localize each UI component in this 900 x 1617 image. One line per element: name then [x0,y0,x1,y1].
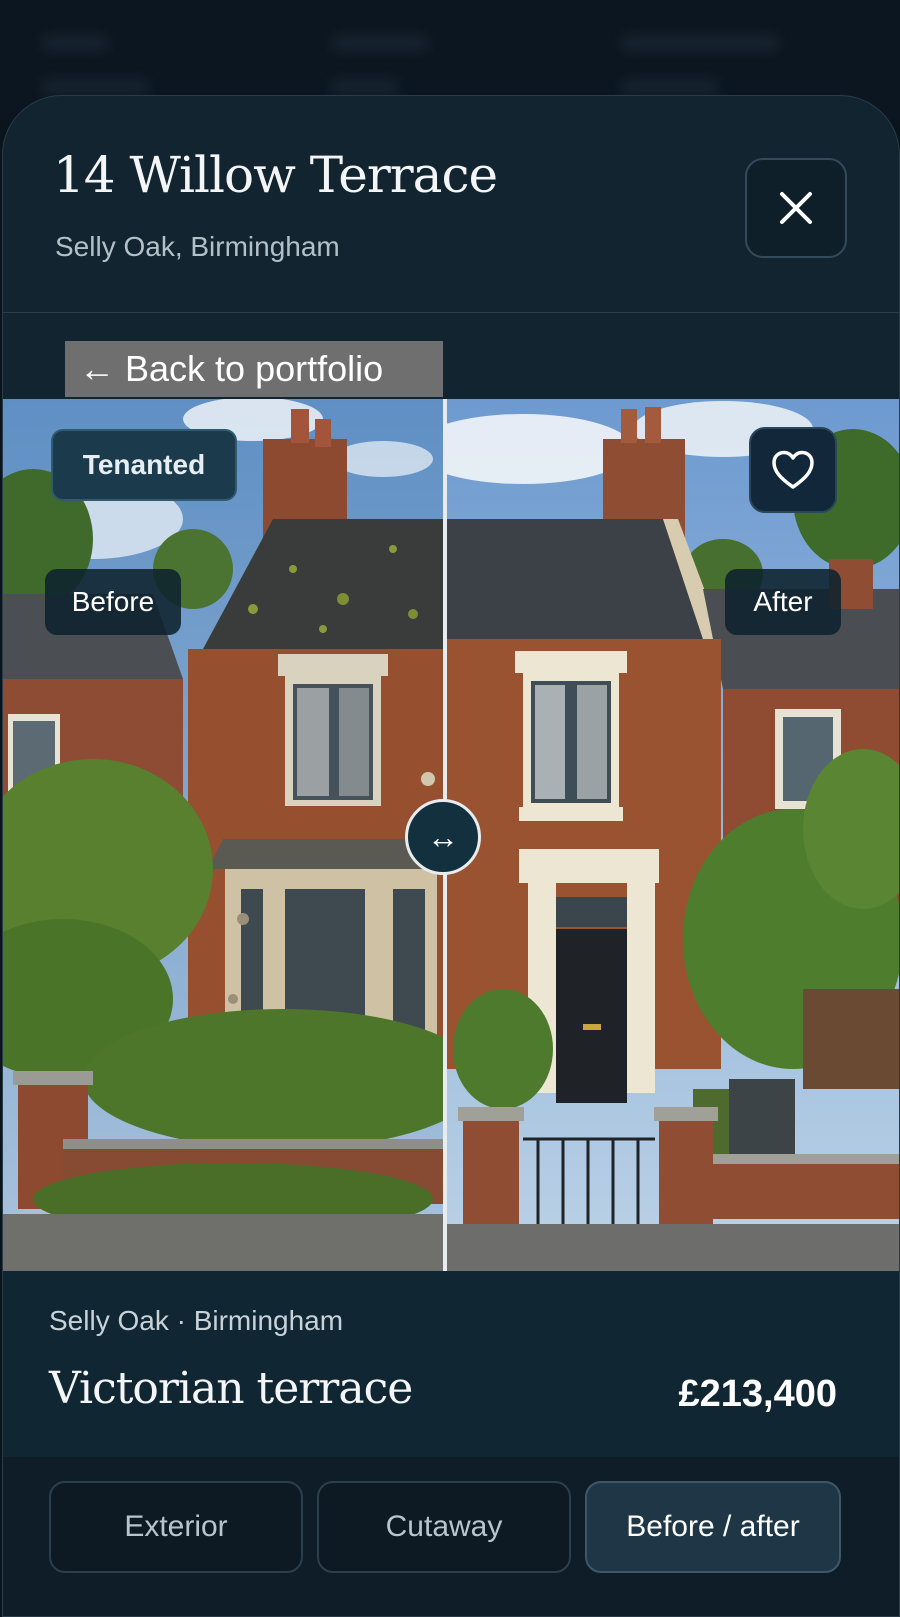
property-location: Selly Oak · Birmingham [49,1305,344,1336]
arrows-horizontal-icon: ↔ [427,818,459,855]
heart-icon [772,450,814,489]
before-after-compare[interactable]: ↔ Tenanted Before After [3,399,899,1271]
compare-slider-handle[interactable]: ↔ [405,799,481,875]
property-subtitle: Selly Oak, Birmingham [55,231,340,262]
sheet-header: 14 Willow Terrace Selly Oak, Birmingham [3,96,899,313]
status-badge: Tenanted [51,429,237,501]
close-button[interactable] [745,158,847,258]
property-type: Victorian terrace [49,1363,413,1414]
tab-cutaway[interactable]: Cutaway [317,1481,571,1573]
back-to-portfolio-link[interactable]: ← Back to portfolio [65,341,443,397]
favorite-button[interactable] [749,427,837,513]
property-title: 14 Willow Terrace [53,146,498,204]
tab-exterior[interactable]: Exterior [49,1481,303,1573]
before-label: Before [45,569,181,635]
close-icon [780,192,812,224]
tab-before-after[interactable]: Before / after [585,1481,841,1573]
property-info: Selly Oak · Birmingham Victorian terrace… [3,1271,899,1457]
property-price: £213,400 [678,1373,838,1415]
property-sheet: 14 Willow Terrace Selly Oak, Birmingham … [2,95,900,1617]
after-label: After [725,569,841,635]
view-tabs: Exterior Cutaway Before / after [3,1457,899,1616]
